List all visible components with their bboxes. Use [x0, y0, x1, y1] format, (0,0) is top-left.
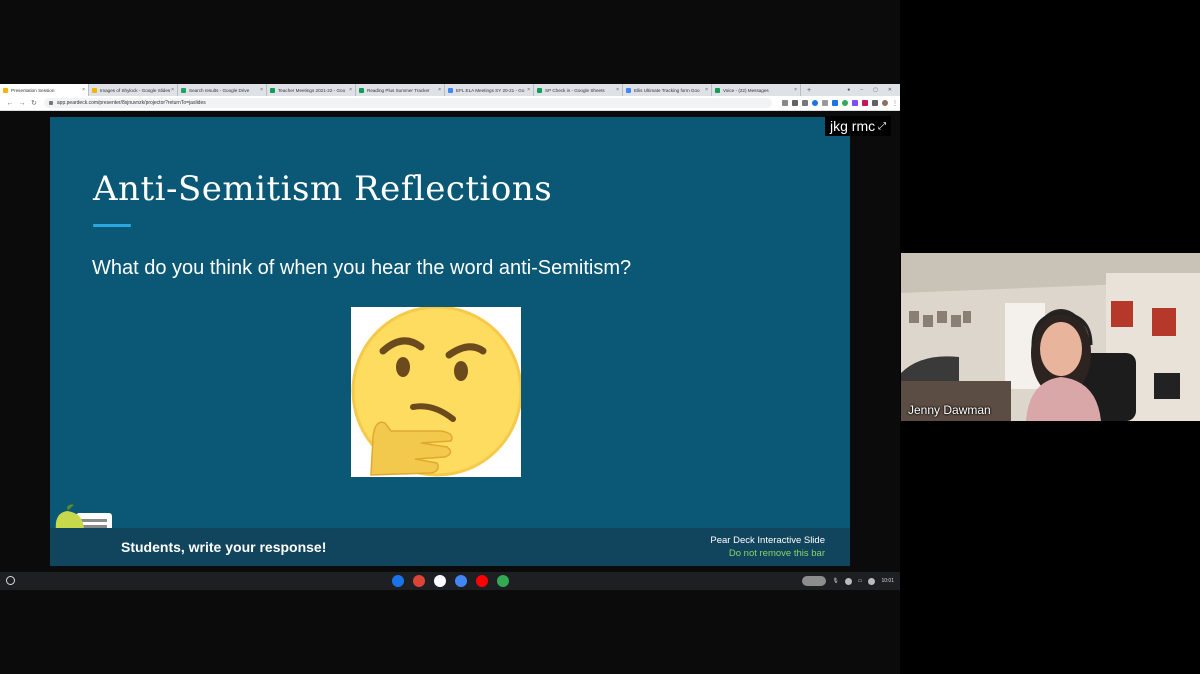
window-controls: ● – ▢ ✕	[847, 84, 900, 96]
pinned-apps	[392, 575, 509, 587]
extension-icon[interactable]	[832, 100, 838, 106]
address-bar[interactable]: app.peardeck.com/presenter/8sjnuvnzk/pro…	[43, 98, 772, 108]
title-underline	[93, 224, 131, 227]
tab-close-icon[interactable]: ×	[171, 87, 174, 93]
star-icon[interactable]	[782, 100, 788, 106]
tab-close-icon[interactable]: ×	[794, 87, 797, 93]
new-tab-button[interactable]: +	[801, 84, 817, 96]
response-prompt: Students, write your response!	[121, 539, 327, 555]
tab-favicon-icon	[537, 87, 542, 93]
browser-tab[interactable]: Images of Shylock - Google Slides ×	[89, 84, 178, 96]
tab-favicon-icon	[448, 87, 453, 93]
network-icon[interactable]: ▭	[858, 578, 863, 584]
tab-close-icon[interactable]: ×	[527, 87, 530, 93]
battery-icon[interactable]	[868, 577, 876, 585]
files-app-icon[interactable]	[392, 575, 404, 587]
profile-icon[interactable]: ●	[847, 87, 850, 93]
tab-favicon-icon	[3, 87, 8, 93]
webcam-video-tile: Jenny Dawman	[901, 253, 1200, 421]
tab-favicon-icon	[359, 87, 364, 93]
tab-label: EFL ELA Meetings SY 20-21 - Go	[456, 87, 525, 93]
tab-close-icon[interactable]: ×	[82, 87, 85, 93]
join-code-badge[interactable]: jkg rmc ⤢	[825, 116, 892, 136]
extension-icon[interactable]	[842, 100, 848, 106]
microphone-icon[interactable]: 🎙	[832, 578, 838, 584]
browser-tab[interactable]: Search results - Google Drive ×	[178, 84, 267, 96]
puzzle-icon[interactable]	[872, 100, 878, 106]
reload-icon[interactable]: ↻	[28, 99, 40, 107]
browser-tab[interactable]: Voice - (22) Messages ×	[712, 84, 801, 96]
extension-icon[interactable]	[792, 100, 798, 106]
screen-share-indicator[interactable]	[802, 576, 827, 586]
tab-label: Reading Plus Summer Tracker	[367, 87, 430, 93]
tab-close-icon[interactable]: ×	[260, 87, 263, 93]
maximize-icon[interactable]: ▢	[873, 87, 878, 93]
tab-favicon-icon	[626, 87, 631, 93]
slide-title: Anti-Semitism Reflections	[93, 169, 553, 209]
settings-icon[interactable]	[844, 577, 852, 585]
tab-close-icon[interactable]: ×	[349, 87, 352, 93]
tab-close-icon[interactable]: ×	[438, 87, 441, 93]
extension-icon[interactable]	[802, 100, 808, 106]
extension-icon[interactable]	[812, 100, 818, 106]
presentation-slide: Anti-Semitism Reflections What do you th…	[50, 117, 850, 566]
tab-close-icon[interactable]: ×	[705, 87, 708, 93]
thinking-face-emoji-icon	[351, 305, 523, 477]
launcher-icon[interactable]	[6, 576, 15, 585]
browser-tab[interactable]: Reading Plus Summer Tracker ×	[356, 84, 445, 96]
browser-toolbar: ← → ↻ app.peardeck.com/presenter/8sjnuvn…	[0, 96, 900, 111]
tab-label: Images of Shylock - Google Slides	[100, 87, 171, 93]
browser-tab[interactable]: Presentation Session ×	[0, 84, 89, 96]
browser-tabstrip: Presentation Session × Images of Shylock -…	[0, 84, 900, 96]
system-tray[interactable]: 🎙 ▭ 10:01	[802, 575, 894, 587]
extensions: ⋮	[782, 100, 898, 107]
do-not-remove-note: Do not remove this bar	[728, 548, 825, 559]
tab-favicon-icon	[181, 87, 186, 93]
slide-question: What do you think of when you hear the w…	[92, 257, 632, 279]
pear-deck-response-bar: Students, write your response! Pear Deck…	[50, 528, 850, 566]
chrome-app-icon[interactable]	[413, 575, 425, 587]
extension-icon[interactable]	[862, 100, 868, 106]
tab-favicon-icon	[715, 87, 720, 93]
tab-favicon-icon	[92, 87, 97, 93]
browser-tab[interactable]: Teacher Meetings 2021-22 - Goo ×	[267, 84, 356, 96]
expand-arrows-icon[interactable]: ⤢	[878, 121, 886, 132]
minimize-icon[interactable]: –	[860, 87, 863, 93]
docs-app-icon[interactable]	[455, 575, 467, 587]
close-window-icon[interactable]: ✕	[888, 87, 892, 93]
menu-icon[interactable]: ⋮	[892, 100, 898, 107]
tab-close-icon[interactable]: ×	[616, 87, 619, 93]
extension-icon[interactable]	[852, 100, 858, 106]
screen: Presentation Session × Images of Shylock -…	[0, 0, 1200, 674]
clock[interactable]: 10:01	[881, 578, 894, 584]
tab-label: Teacher Meetings 2021-22 - Goo	[278, 87, 346, 93]
tab-label: Presentation Session	[11, 87, 55, 93]
tab-label: Search results - Google Drive	[189, 87, 250, 93]
tab-label: SP Check in - Google Sheets	[545, 87, 605, 93]
forward-icon[interactable]: →	[16, 100, 28, 107]
browser-tab[interactable]: Ellis Ultimate Tracking form Goo ×	[623, 84, 712, 96]
browser-tab[interactable]: SP Check in - Google Sheets ×	[534, 84, 623, 96]
youtube-app-icon[interactable]	[476, 575, 488, 587]
gmail-app-icon[interactable]	[434, 575, 446, 587]
tab-label: Voice - (22) Messages	[723, 87, 769, 93]
interactive-slide-label: Pear Deck Interactive Slide	[710, 535, 825, 546]
back-icon[interactable]: ←	[4, 100, 16, 107]
browser-tab[interactable]: EFL ELA Meetings SY 20-21 - Go ×	[445, 84, 534, 96]
play-store-app-icon[interactable]	[497, 575, 509, 587]
tab-favicon-icon	[270, 87, 275, 93]
url-text: app.peardeck.com/presenter/8sjnuvnzk/pro…	[56, 100, 206, 106]
lock-icon	[48, 101, 53, 105]
extension-icon[interactable]	[822, 100, 828, 106]
join-code: jkg rmc	[830, 118, 876, 134]
avatar[interactable]	[882, 100, 888, 106]
participant-name: Jenny Dawman	[908, 403, 991, 417]
os-taskbar: 🎙 ▭ 10:01	[0, 572, 900, 590]
tab-label: Ellis Ultimate Tracking form Goo	[634, 87, 700, 93]
